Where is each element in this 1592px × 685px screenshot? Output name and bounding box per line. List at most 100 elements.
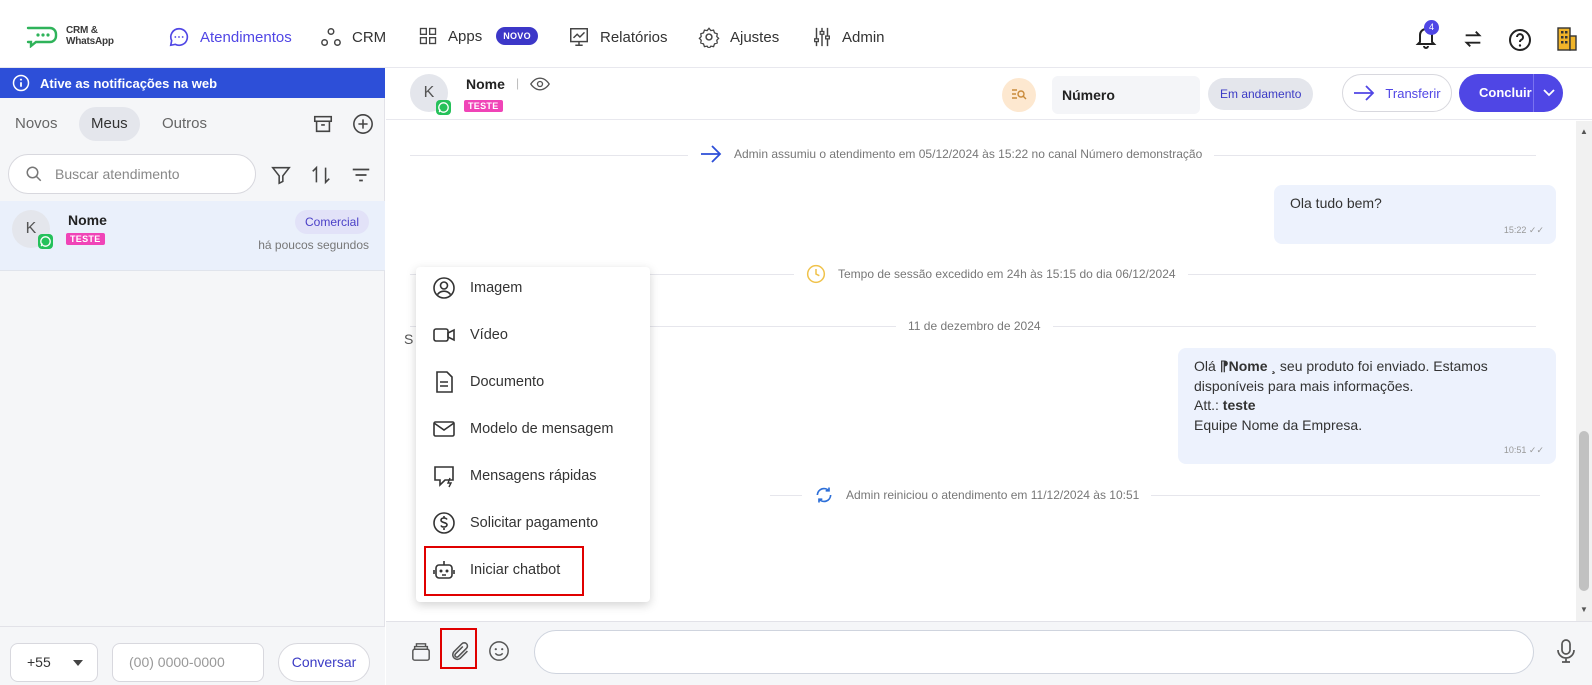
country-code-value: +55 bbox=[27, 654, 51, 670]
conclude-button[interactable]: Concluir bbox=[1459, 74, 1563, 112]
app-logo[interactable]: CRM & WhatsApp bbox=[24, 24, 114, 48]
info-icon bbox=[12, 74, 30, 92]
crm-nodes-icon bbox=[320, 26, 342, 48]
message-bubble[interactable]: Olá ⁋Nome ¸ seu produto foi enviado. Est… bbox=[1178, 348, 1556, 464]
conversation-time: há poucos segundos bbox=[258, 238, 369, 252]
dollar-circle-icon bbox=[432, 511, 456, 535]
tab-meus[interactable]: Meus bbox=[79, 107, 140, 141]
company-button[interactable] bbox=[1556, 26, 1578, 52]
add-circle-icon[interactable] bbox=[352, 113, 374, 135]
menu-item-label: Imagem bbox=[470, 280, 523, 296]
message-bubble[interactable]: Ola tudo bem? 15:22 ✓✓ bbox=[1274, 185, 1556, 244]
nav-ajustes[interactable]: Ajustes bbox=[698, 26, 779, 48]
scroll-up-icon[interactable]: ▲ bbox=[1580, 127, 1588, 136]
chat-header: K Nome | TESTE Número Em andamento Trans… bbox=[386, 68, 1592, 120]
notification-banner[interactable]: Ative as notificações na web bbox=[0, 68, 385, 98]
sort-arrows-icon[interactable] bbox=[310, 164, 332, 186]
conversation-tabs: Novos Meus Outros bbox=[0, 107, 385, 141]
nav-label: CRM bbox=[352, 28, 387, 46]
menu-item-label: Modelo de mensagem bbox=[470, 421, 614, 437]
whatsapp-icon bbox=[436, 100, 451, 115]
chevron-down-icon bbox=[1543, 89, 1555, 97]
tab-outros[interactable]: Outros bbox=[162, 107, 207, 141]
contact-tag: TESTE bbox=[66, 233, 105, 245]
menu-item-mensagens-rapidas[interactable]: Mensagens rápidas bbox=[432, 461, 597, 491]
quick-message-icon bbox=[432, 464, 456, 488]
system-message-text: Admin assumiu o atendimento em 05/12/202… bbox=[734, 147, 1203, 161]
nav-atendimentos[interactable]: Atendimentos bbox=[168, 26, 292, 48]
tab-novos[interactable]: Novos bbox=[15, 107, 58, 141]
status-badge: Em andamento bbox=[1208, 78, 1314, 110]
channel-field[interactable]: Número bbox=[1052, 76, 1200, 114]
menu-item-solicitar-pagamento[interactable]: Solicitar pagamento bbox=[432, 508, 598, 538]
nav-crm[interactable]: CRM bbox=[320, 26, 386, 48]
top-navbar: CRM & WhatsApp Atendimentos CRM Apps NOV… bbox=[0, 0, 1592, 68]
nav-label: Atendimentos bbox=[200, 28, 292, 46]
menu-item-video[interactable]: Vídeo bbox=[432, 320, 508, 350]
menu-item-label: Documento bbox=[470, 374, 545, 390]
nav-admin[interactable]: Admin bbox=[812, 26, 885, 48]
archive-icon[interactable] bbox=[312, 113, 334, 135]
user-circle-icon bbox=[432, 276, 456, 300]
caret-down-icon bbox=[73, 660, 83, 666]
arrow-right-icon bbox=[700, 145, 722, 163]
microphone-icon[interactable] bbox=[1556, 638, 1576, 664]
menu-item-imagem[interactable]: Imagem bbox=[432, 273, 522, 303]
help-button[interactable] bbox=[1508, 28, 1532, 52]
highlight-box bbox=[424, 546, 584, 596]
system-message: Admin reiniciou o atendimento em 11/12/2… bbox=[802, 485, 1152, 505]
whatsapp-icon bbox=[38, 234, 53, 249]
filter-lines-icon[interactable] bbox=[350, 164, 372, 186]
message-text: Ola tudo bem? bbox=[1290, 195, 1382, 211]
arrow-right-icon bbox=[1353, 85, 1375, 101]
nav-apps[interactable]: Apps NOVO bbox=[418, 26, 538, 46]
new-conversation-bar: +55 (00) 0000-0000 Conversar bbox=[0, 626, 385, 685]
department-badge: Comercial bbox=[294, 210, 369, 234]
messages-scrollbar[interactable]: ▲ ▼ bbox=[1576, 121, 1592, 621]
scroll-thumb[interactable] bbox=[1579, 431, 1589, 591]
chat-bubble-icon bbox=[168, 26, 190, 48]
stack-icon[interactable] bbox=[410, 642, 432, 662]
message-text: Olá ⁋Nome ¸ seu produto foi enviado. Est… bbox=[1194, 358, 1488, 433]
nav-label: Admin bbox=[842, 28, 885, 46]
notifications-button[interactable]: 4 bbox=[1414, 20, 1439, 50]
nav-label: Relatórios bbox=[600, 28, 668, 46]
sliders-icon bbox=[812, 26, 832, 48]
message-time: 15:22 ✓✓ bbox=[1503, 225, 1544, 235]
conclude-label: Concluir bbox=[1479, 85, 1532, 100]
clock-icon bbox=[806, 264, 826, 284]
system-message: Tempo de sessão excedido em 24h às 15:15… bbox=[794, 264, 1188, 284]
system-message-text: Admin reiniciou o atendimento em 11/12/2… bbox=[846, 488, 1140, 502]
swap-arrows-icon bbox=[1462, 28, 1484, 50]
document-icon bbox=[432, 370, 456, 394]
menu-item-modelo-mensagem[interactable]: Modelo de mensagem bbox=[432, 414, 613, 444]
eye-icon[interactable] bbox=[530, 76, 550, 92]
menu-item-label: Vídeo bbox=[470, 327, 508, 343]
banner-text: Ative as notificações na web bbox=[40, 75, 218, 91]
filter-funnel-icon[interactable] bbox=[270, 164, 292, 186]
transfer-label: Transferir bbox=[1385, 85, 1441, 101]
search-input[interactable]: Buscar atendimento bbox=[8, 154, 256, 194]
search-messages-button[interactable] bbox=[1002, 78, 1036, 112]
phone-input[interactable]: (00) 0000-0000 bbox=[112, 643, 264, 682]
help-circle-icon bbox=[1508, 28, 1532, 52]
switch-account-button[interactable] bbox=[1462, 28, 1484, 50]
emoji-icon[interactable] bbox=[488, 640, 510, 662]
partial-text: S bbox=[404, 331, 414, 347]
gear-icon bbox=[698, 26, 720, 48]
country-code-select[interactable]: +55 bbox=[10, 643, 98, 682]
contact-name: Nome bbox=[68, 212, 107, 228]
nav-relatorios[interactable]: Relatórios bbox=[568, 26, 668, 48]
start-conversation-button[interactable]: Conversar bbox=[278, 643, 370, 682]
menu-item-documento[interactable]: Documento bbox=[432, 367, 544, 397]
transfer-button[interactable]: Transferir bbox=[1342, 74, 1452, 112]
menu-item-label: Mensagens rápidas bbox=[470, 468, 597, 484]
message-input[interactable] bbox=[534, 630, 1534, 674]
conclude-dropdown[interactable] bbox=[1533, 74, 1563, 112]
conversations-sidebar: Ative as notificações na web Novos Meus … bbox=[0, 68, 385, 685]
search-placeholder: Buscar atendimento bbox=[55, 166, 180, 182]
conversation-list-item[interactable]: K Nome TESTE Comercial há poucos segundo… bbox=[0, 201, 385, 271]
date-divider: 11 de dezembro de 2024 bbox=[896, 319, 1053, 333]
scroll-down-icon[interactable]: ▼ bbox=[1580, 605, 1588, 614]
search-lines-icon bbox=[1011, 88, 1027, 102]
